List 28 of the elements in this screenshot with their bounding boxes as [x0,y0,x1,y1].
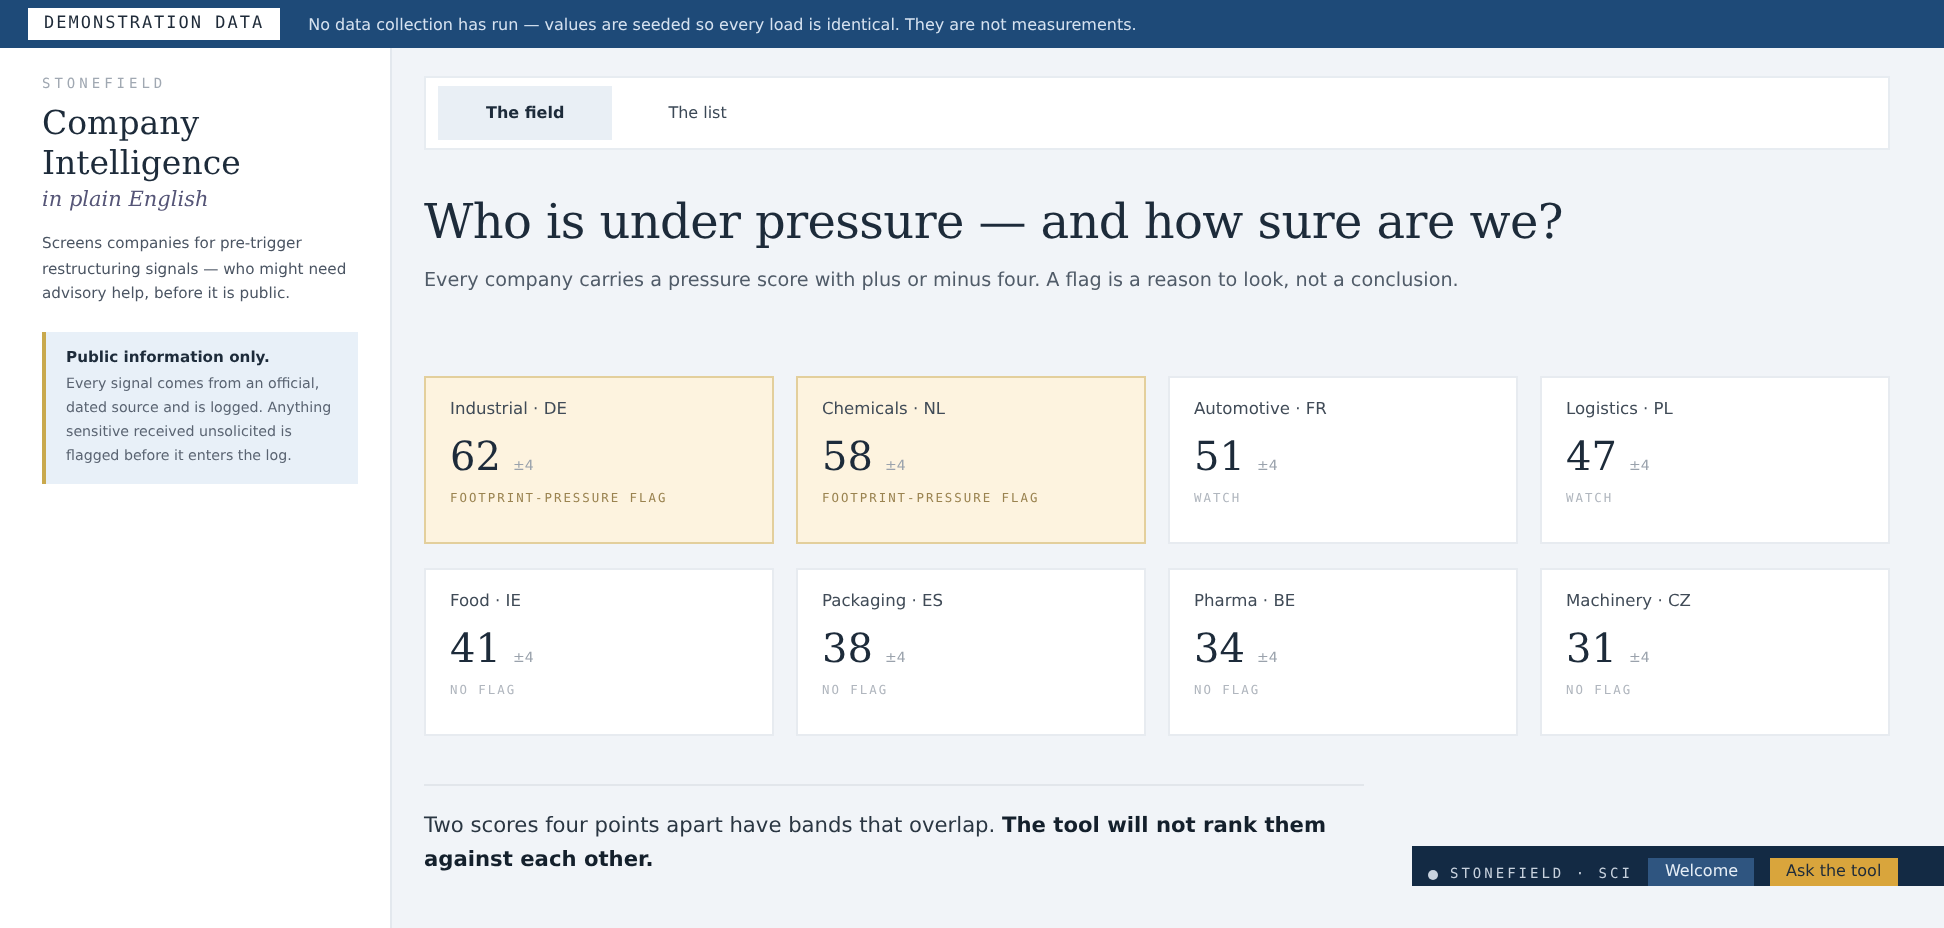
dock-button[interactable]: Welcome [1648,858,1755,886]
pressure-score: 51 [1194,432,1245,480]
banner-notice: No data collection has run — values are seeded so every load is identical. They are not measurements. [308,15,1137,33]
pressure-score: 31 [1566,624,1617,672]
company-name: Logistics · PL [1566,398,1675,418]
pressure-score: 47 [1566,432,1617,480]
app-subtitle: in plain English [42,188,211,212]
app-title: Company Intelligence [42,104,243,184]
company-name: Automotive · FR [1194,398,1329,418]
company-name: Machinery · CZ [1566,590,1693,610]
company-name: Chemicals · NL [822,398,948,418]
page-heading: Who is under pressure — and how sure are we? [424,194,1565,250]
demo-data-badge: DEMONSTRATION DATA [28,8,281,40]
status-dot-icon [1428,869,1438,879]
dock-button[interactable]: Ask the tool [1770,858,1898,886]
company-name: Packaging · ES [822,590,946,610]
pressure-score: 58 [822,432,873,480]
ranking-note: Two scores four points apart have bands that overlap. The tool will not rank them against each other. [424,812,1329,876]
pressure-score: 41 [450,624,501,672]
intro-text: Every company carries a pressure score with plus or minus four. A flag is a reason to look, not a conclusion. [424,270,1461,292]
view-tab[interactable]: The field [438,86,613,140]
company-name: Pharma · BE [1194,590,1298,610]
pressure-score: 38 [822,624,873,672]
company-name: Industrial · DE [450,398,569,418]
pressure-score: 62 [450,432,501,480]
pressure-score: 34 [1194,624,1245,672]
view-tab[interactable]: The list [620,86,775,140]
company-name: Food · IE [450,590,523,610]
